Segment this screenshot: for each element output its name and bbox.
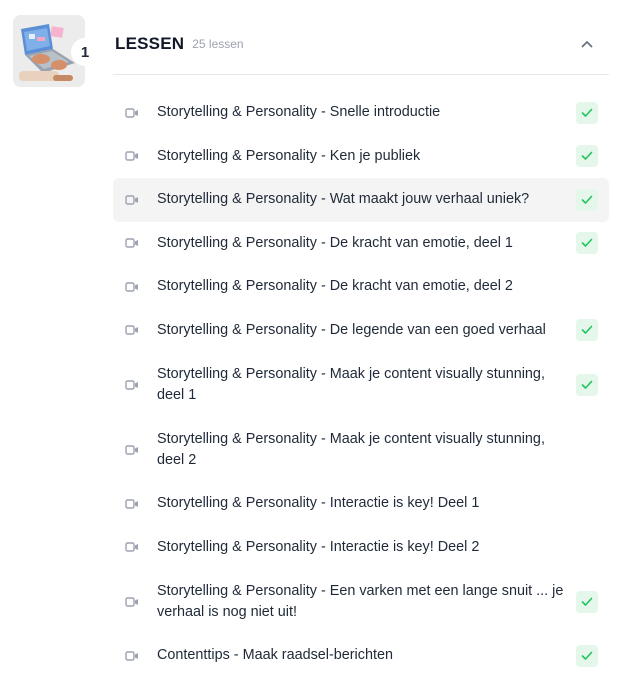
- lesson-title: Storytelling & Personality - Ken je publ…: [157, 147, 421, 164]
- completed-check-icon: [576, 145, 598, 168]
- video-icon: [125, 379, 138, 390]
- video-icon: [125, 499, 138, 509]
- lesson-item[interactable]: Storytelling & Personality - Een varken …: [113, 569, 609, 634]
- lesson-title: Storytelling & Personality - De kracht v…: [157, 234, 513, 251]
- completed-check-icon: [576, 590, 598, 613]
- lesson-title: Storytelling & Personality - Interactie …: [157, 495, 480, 512]
- lesson-title: Storytelling & Personality - De kracht v…: [157, 278, 513, 295]
- section-title: LESSEN: [115, 34, 185, 53]
- lesson-title: Storytelling & Personality - Snelle intr…: [157, 104, 441, 121]
- lesson-item[interactable]: Storytelling & Personality - Wat maakt j…: [113, 178, 609, 222]
- lesson-item[interactable]: Storytelling & Personality - Maak je con…: [113, 417, 609, 482]
- lesson-item[interactable]: Storytelling & Personality - Ken je publ…: [113, 135, 609, 179]
- completed-check-icon: [576, 644, 598, 667]
- lesson-list: Storytelling & Personality - Snelle intr…: [113, 91, 609, 678]
- lesson-item[interactable]: Storytelling & Personality - De legende …: [113, 309, 609, 353]
- video-icon: [125, 238, 138, 248]
- lesson-item[interactable]: Storytelling & Personality - Snelle intr…: [113, 91, 609, 135]
- lesson-count: 25 lessen: [192, 37, 244, 51]
- video-icon: [125, 151, 138, 161]
- video-icon: [125, 195, 138, 205]
- video-icon: [125, 651, 138, 661]
- video-icon: [125, 282, 138, 292]
- video-icon: [125, 325, 138, 335]
- chevron-up-icon: [581, 41, 593, 48]
- lesson-item[interactable]: Contenttips - Maak raadsel-berichten: [113, 634, 609, 678]
- lesson-title: Storytelling & Personality - Een varken …: [157, 582, 564, 620]
- video-icon: [125, 596, 138, 607]
- completed-check-icon: [576, 188, 598, 211]
- lesson-title: Storytelling & Personality - Interactie …: [157, 538, 480, 555]
- video-icon: [125, 444, 138, 455]
- module-number-badge: 1: [71, 38, 99, 66]
- collapse-button[interactable]: [577, 34, 597, 54]
- lesson-item[interactable]: Storytelling & Personality - Interactie …: [113, 482, 609, 526]
- video-icon: [125, 542, 138, 552]
- lesson-title: Storytelling & Personality - Maak je con…: [157, 430, 545, 468]
- lesson-item[interactable]: Storytelling & Personality - De kracht v…: [113, 222, 609, 266]
- lessons-header: LESSEN 25 lessen: [113, 14, 609, 75]
- completed-check-icon: [576, 319, 598, 342]
- lesson-title: Contenttips - Maak raadsel-berichten: [157, 647, 393, 664]
- lesson-title: Storytelling & Personality - De legende …: [157, 321, 546, 338]
- lesson-title: Storytelling & Personality - Maak je con…: [157, 365, 545, 403]
- completed-check-icon: [576, 101, 598, 124]
- video-icon: [125, 108, 138, 118]
- lesson-item[interactable]: Storytelling & Personality - Interactie …: [113, 526, 609, 570]
- completed-check-icon: [576, 373, 598, 396]
- lesson-item[interactable]: Storytelling & Personality - Maak je con…: [113, 352, 609, 417]
- completed-check-icon: [576, 232, 598, 255]
- lesson-title: Storytelling & Personality - Wat maakt j…: [157, 191, 530, 208]
- lesson-item[interactable]: Storytelling & Personality - De kracht v…: [113, 265, 609, 309]
